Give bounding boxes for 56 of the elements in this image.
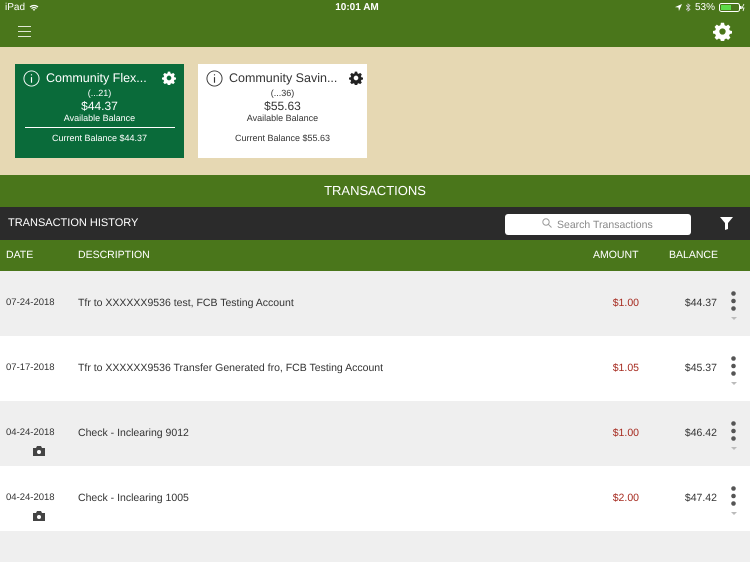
more-options-icon[interactable] bbox=[731, 486, 736, 506]
search-icon bbox=[542, 218, 552, 228]
menu-icon[interactable] bbox=[18, 26, 31, 36]
status-time: 10:01 AM bbox=[335, 1, 379, 15]
column-header: DATE bbox=[5, 248, 34, 263]
balance-cell-text: $44.37 bbox=[684, 296, 717, 311]
more-options-icon[interactable] bbox=[731, 291, 736, 311]
section-title: TRANSACTIONS bbox=[324, 182, 426, 200]
account-number: (...36) bbox=[270, 88, 294, 99]
available-balance-amount: $55.63 bbox=[264, 98, 301, 113]
column-header: BALANCE bbox=[669, 248, 720, 263]
account-name: Community Savin... bbox=[229, 70, 338, 87]
column-header: DESCRIPTION bbox=[77, 248, 151, 263]
settings-icon[interactable] bbox=[162, 71, 176, 86]
account-name: Community Flex... bbox=[46, 70, 147, 87]
wifi-icon bbox=[29, 4, 40, 12]
more-options-icon[interactable] bbox=[731, 356, 736, 376]
transaction-row[interactable]: 07-24-2018 Tfr to XXXXXX9536 test, FCB Testing Account $1.00 $44.37 bbox=[0, 271, 750, 336]
column-header: AMOUNT bbox=[593, 248, 640, 263]
account-card[interactable]: Community Savin... (...36) $55.63 Available Balance Current Balance $55.63 bbox=[198, 64, 367, 158]
settings-icon[interactable] bbox=[349, 71, 364, 86]
battery-percent: 53% bbox=[694, 1, 715, 15]
date-cell-text: 04-24-2018 bbox=[6, 491, 55, 505]
camera-icon[interactable] bbox=[33, 446, 45, 456]
info-icon[interactable] bbox=[206, 70, 223, 87]
history-title: TRANSACTION HISTORY bbox=[8, 216, 138, 232]
more-options-icon[interactable] bbox=[731, 421, 736, 441]
balance-cell-text: $45.37 bbox=[684, 361, 717, 376]
description-cell-text: Tfr to XXXXXX9536 test, FCB Testing Account bbox=[77, 296, 295, 311]
filter-icon[interactable] bbox=[720, 217, 733, 230]
battery-icon bbox=[718, 3, 745, 12]
balance-cell-text: $47.42 bbox=[684, 491, 717, 506]
search-field[interactable]: Search Transactions bbox=[505, 214, 691, 235]
date-cell-text: 04-24-2018 bbox=[6, 426, 55, 440]
available-balance-amount: $44.37 bbox=[81, 98, 118, 113]
account-card[interactable]: Community Flex... (...21) $44.37 Available Balance Current Balance $44.37 bbox=[15, 64, 184, 158]
date-cell-text: 07-24-2018 bbox=[6, 296, 55, 310]
available-balance-label: Available Balance bbox=[64, 112, 136, 124]
location-icon bbox=[674, 4, 682, 11]
description-cell-text: Check - Inclearing 9012 bbox=[77, 426, 190, 441]
amount-cell-text: $1.00 bbox=[612, 426, 640, 441]
amount-cell-text: $2.00 bbox=[612, 491, 640, 506]
current-balance: Current Balance $44.37 bbox=[52, 132, 148, 145]
description-cell-text: Check - Inclearing 1005 bbox=[77, 491, 190, 506]
account-number: (...21) bbox=[88, 88, 112, 99]
current-balance: Current Balance $55.63 bbox=[234, 132, 330, 145]
bluetooth-icon bbox=[686, 3, 691, 12]
balance-cell-text: $46.42 bbox=[684, 426, 717, 441]
camera-icon[interactable] bbox=[33, 511, 45, 522]
amount-cell-text: $1.00 bbox=[612, 296, 640, 311]
transaction-row[interactable]: 04-24-2018 Check - Inclearing 9012 $1.00 $46.42 bbox=[0, 401, 750, 466]
device-name: iPad bbox=[5, 1, 26, 15]
amount-cell-text: $1.05 bbox=[612, 361, 640, 376]
description-cell-text: Tfr to XXXXXX9536 Transfer Generated fro, FCB Testing Account bbox=[77, 361, 384, 376]
date-cell-text: 07-17-2018 bbox=[6, 361, 55, 375]
available-balance-label: Available Balance bbox=[246, 112, 318, 124]
